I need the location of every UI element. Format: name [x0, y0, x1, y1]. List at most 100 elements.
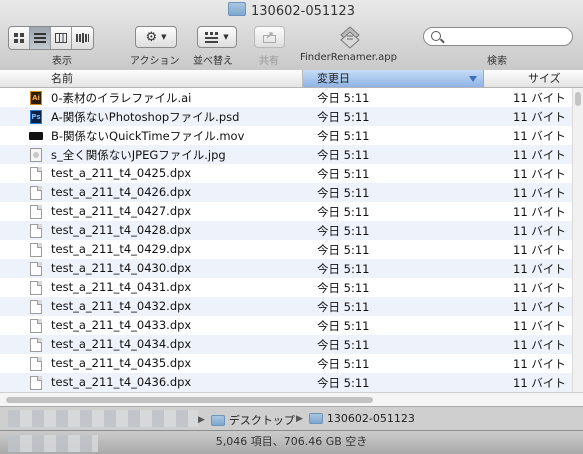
file-name: test_a_211_t4_0436.dpx: [51, 375, 192, 389]
file-row[interactable]: test_a_211_t4_0425.dpx 今日 5:11 11 バイト: [0, 164, 572, 183]
file-row[interactable]: test_a_211_t4_0435.dpx 今日 5:11 11 バイト: [0, 354, 572, 373]
vertical-scrollbar[interactable]: [572, 88, 583, 392]
column-date-header[interactable]: 変更日: [303, 70, 484, 87]
blurred-path-area: [8, 410, 198, 427]
file-name: test_a_211_t4_0434.dpx: [51, 337, 192, 351]
file-name: A-関係ないPhotoshopファイル.psd: [51, 110, 240, 124]
file-name: test_a_211_t4_0430.dpx: [51, 261, 192, 275]
app-label[interactable]: FinderRenamer.app: [300, 52, 397, 63]
file-date: 今日 5:11: [317, 281, 370, 295]
sort-label: 並べ替え: [193, 56, 233, 67]
file-size: 11 バイト: [513, 281, 566, 295]
document-icon: [30, 376, 42, 390]
path-item-folder[interactable]: ▶ 130602-051123: [296, 412, 415, 425]
column-size-header[interactable]: サイズ: [484, 70, 583, 87]
column-name-header[interactable]: 名前: [0, 70, 303, 87]
arrange-button[interactable]: ▼: [197, 26, 237, 48]
file-date: 今日 5:11: [317, 300, 370, 314]
file-name: test_a_211_t4_0428.dpx: [51, 223, 192, 237]
list-view-button[interactable]: [30, 27, 51, 49]
file-date: 今日 5:11: [317, 338, 370, 352]
file-name: test_a_211_t4_0427.dpx: [51, 204, 192, 218]
file-date: 今日 5:11: [317, 148, 370, 162]
list-view-icon: [34, 33, 46, 43]
document-icon: [30, 224, 42, 238]
horizontal-scrollbar[interactable]: [0, 392, 583, 406]
document-icon: [30, 186, 42, 200]
file-date: 今日 5:11: [317, 167, 370, 181]
file-date: 今日 5:11: [317, 243, 370, 257]
action-button[interactable]: ⚙ ▼: [135, 26, 177, 48]
path-separator-icon: ▶: [198, 415, 205, 425]
file-size: 11 バイト: [513, 262, 566, 276]
path-item-desktop[interactable]: ▶ デスクトップ: [198, 412, 295, 428]
column-view-button[interactable]: [51, 27, 72, 49]
folder-icon: [228, 2, 247, 16]
document-icon: [30, 319, 42, 333]
horizontal-scroll-thumb[interactable]: [6, 397, 373, 403]
file-row[interactable]: test_a_211_t4_0429.dpx 今日 5:11 11 バイト: [0, 240, 572, 259]
file-row[interactable]: test_a_211_t4_0434.dpx 今日 5:11 11 バイト: [0, 335, 572, 354]
share-label: 共有: [259, 56, 279, 67]
coverflow-view-button[interactable]: [72, 27, 93, 49]
document-icon: [30, 281, 42, 295]
file-name: test_a_211_t4_0429.dpx: [51, 242, 192, 256]
file-row[interactable]: test_a_211_t4_0436.dpx 今日 5:11 11 バイト: [0, 373, 572, 392]
file-row[interactable]: B-関係ないQuickTimeファイル.mov 今日 5:11 11 バイト: [0, 126, 572, 145]
file-name: test_a_211_t4_0426.dpx: [51, 185, 192, 199]
path-separator-icon: ▶: [296, 413, 303, 424]
path-bar: ▶ デスクトップ ▶ 130602-051123: [0, 406, 583, 430]
finder-window: 130602-051123 表示 ⚙ ▼ アクション ▼ 並べ替え 共有 Fin…: [0, 0, 583, 454]
view-mode-selector: [8, 26, 94, 50]
file-size: 11 バイト: [513, 300, 566, 314]
file-date: 今日 5:11: [317, 319, 370, 333]
chevron-down-icon: ▼: [161, 33, 167, 41]
file-row[interactable]: test_a_211_t4_0431.dpx 今日 5:11 11 バイト: [0, 278, 572, 297]
file-row[interactable]: test_a_211_t4_0428.dpx 今日 5:11 11 バイト: [0, 221, 572, 240]
chevron-down-icon: ▼: [223, 33, 229, 41]
search-field[interactable]: [423, 27, 573, 46]
icon-view-button[interactable]: [9, 27, 30, 49]
path-item-label: デスクトップ: [228, 414, 295, 427]
gear-icon: ⚙: [145, 29, 158, 45]
file-row[interactable]: test_a_211_t4_0427.dpx 今日 5:11 11 バイト: [0, 202, 572, 221]
search-icon: [431, 31, 441, 41]
file-size: 11 バイト: [513, 110, 566, 124]
file-row[interactable]: s_全く関係ないJPEGファイル.jpg 今日 5:11 11 バイト: [0, 145, 572, 164]
path-item-label: 130602-051123: [326, 412, 415, 425]
file-row[interactable]: Ps A-関係ないPhotoshopファイル.psd 今日 5:11 11 バイト: [0, 107, 572, 126]
file-size: 11 バイト: [513, 91, 566, 105]
file-row[interactable]: test_a_211_t4_0430.dpx 今日 5:11 11 バイト: [0, 259, 572, 278]
share-button[interactable]: [254, 26, 285, 48]
file-name: 0-素材のイラレファイル.ai: [51, 91, 192, 105]
file-date: 今日 5:11: [317, 129, 370, 143]
folder-icon: [308, 413, 323, 424]
file-size: 11 バイト: [513, 319, 566, 333]
file-row[interactable]: Ai 0-素材のイラレファイル.ai 今日 5:11 11 バイト: [0, 88, 572, 107]
vertical-scroll-thumb[interactable]: [575, 92, 581, 106]
psd-file-icon: Ps: [30, 110, 42, 124]
file-size: 11 バイト: [513, 205, 566, 219]
file-name: test_a_211_t4_0431.dpx: [51, 280, 192, 294]
document-icon: [30, 357, 42, 371]
file-row[interactable]: test_a_211_t4_0426.dpx 今日 5:11 11 バイト: [0, 183, 572, 202]
search-input[interactable]: [446, 29, 570, 43]
column-header: 名前 変更日 サイズ: [0, 70, 583, 88]
file-row[interactable]: test_a_211_t4_0433.dpx 今日 5:11 11 バイト: [0, 316, 572, 335]
arrange-icon: [205, 31, 219, 43]
file-name: test_a_211_t4_0435.dpx: [51, 356, 192, 370]
file-size: 11 バイト: [513, 224, 566, 238]
document-icon: [30, 300, 42, 314]
share-icon: [262, 32, 276, 43]
file-row[interactable]: test_a_211_t4_0432.dpx 今日 5:11 11 バイト: [0, 297, 572, 316]
blurred-status-area: [8, 435, 98, 452]
ai-file-icon: Ai: [30, 91, 42, 105]
file-date: 今日 5:11: [317, 110, 370, 124]
document-icon: [30, 338, 42, 352]
file-size: 11 バイト: [513, 338, 566, 352]
column-date-label: 変更日: [317, 72, 350, 85]
search-label: 検索: [487, 56, 507, 67]
file-date: 今日 5:11: [317, 376, 370, 390]
finder-renamer-app-icon[interactable]: [337, 25, 363, 51]
window-title-text: 130602-051123: [251, 4, 355, 19]
